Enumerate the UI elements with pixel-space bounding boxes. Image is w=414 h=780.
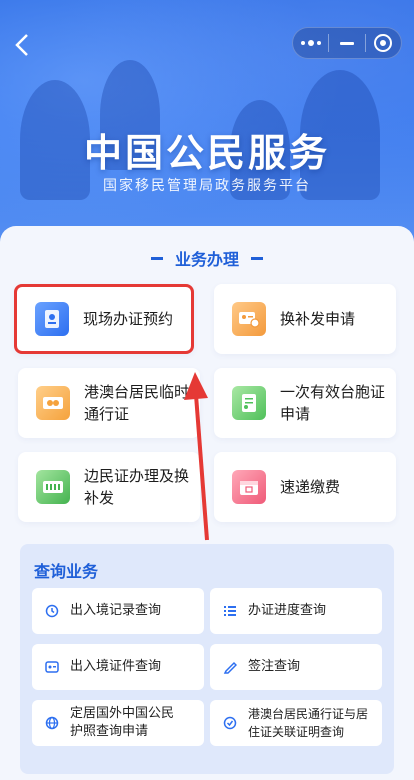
border-permit-icon bbox=[36, 470, 70, 504]
chevron-left-icon bbox=[15, 34, 28, 56]
history-icon bbox=[44, 603, 60, 619]
travel-permit-icon bbox=[36, 386, 70, 420]
more-button[interactable] bbox=[293, 28, 328, 58]
express-box-icon bbox=[232, 470, 266, 504]
query-permit-residence-link[interactable]: 港澳台居民通行证与居 住证关联证明查询 bbox=[210, 700, 382, 746]
service-border-resident-permit[interactable]: 边民证办理及换 补发 bbox=[18, 452, 200, 522]
stamp-icon bbox=[222, 659, 238, 675]
mini-program-capsule bbox=[292, 27, 402, 59]
service-replacement-application[interactable]: 换补发申请 bbox=[214, 284, 396, 354]
close-target-icon bbox=[374, 34, 393, 52]
services-section-title: 业务办理 bbox=[0, 246, 414, 270]
back-button[interactable] bbox=[10, 30, 34, 60]
minimize-button[interactable] bbox=[329, 28, 364, 58]
service-hmt-temporary-permit[interactable]: 港澳台居民临时 通行证 bbox=[18, 368, 200, 438]
query-overseas-passport[interactable]: 定居国外中国公民 护照查询申请 bbox=[32, 700, 204, 746]
id-card-swap-icon bbox=[232, 302, 266, 336]
query-processing-progress[interactable]: 办证进度查询 bbox=[210, 588, 382, 634]
certificate-icon bbox=[232, 386, 266, 420]
service-taiwan-compatriot-permit[interactable]: 一次有效台胞证 申请 bbox=[214, 368, 396, 438]
more-icon bbox=[300, 40, 321, 46]
query-section-title: 查询业务 bbox=[34, 562, 99, 581]
query-entry-exit-records[interactable]: 出入境记录查询 bbox=[32, 588, 204, 634]
globe-icon bbox=[44, 715, 60, 731]
link-badge-icon bbox=[222, 715, 238, 731]
minimize-icon bbox=[339, 41, 354, 45]
progress-list-icon bbox=[222, 603, 238, 619]
service-express-payment[interactable]: 速递缴费 bbox=[214, 452, 396, 522]
passport-icon bbox=[35, 302, 69, 336]
document-card-icon bbox=[44, 659, 60, 675]
page-title: 中国公民服务 bbox=[83, 131, 330, 175]
query-travel-documents[interactable]: 出入境证件查询 bbox=[32, 644, 204, 690]
service-onsite-appointment[interactable]: 现场办证预约 bbox=[14, 284, 194, 354]
query-endorsement[interactable]: 签注查询 bbox=[210, 644, 382, 690]
page-subtitle: 国家移民管理局政务服务平台 bbox=[103, 178, 311, 194]
close-button[interactable] bbox=[366, 28, 401, 58]
